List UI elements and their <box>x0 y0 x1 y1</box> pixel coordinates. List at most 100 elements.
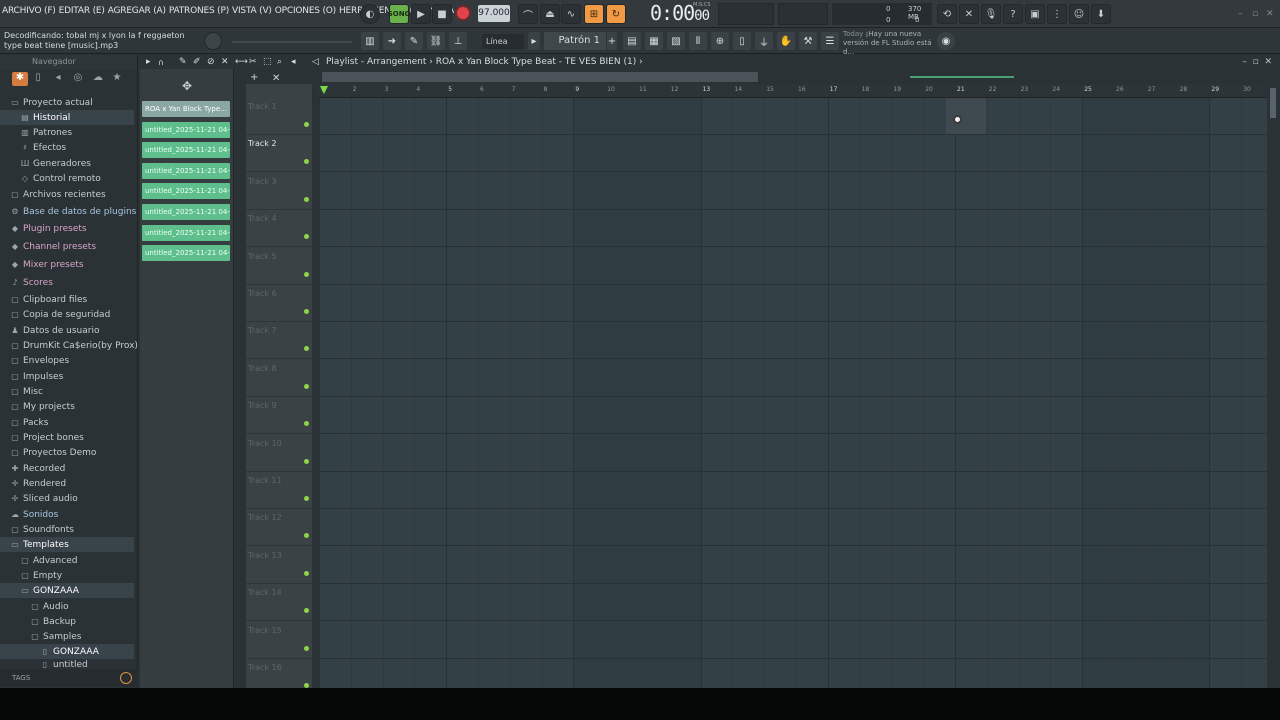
menu-item-2[interactable]: AGREGAR (A) <box>108 6 166 16</box>
wait-icon[interactable]: ⏏ <box>540 4 560 24</box>
slip-tool-icon[interactable]: ⟷ <box>235 55 248 70</box>
stop-button[interactable]: ■ <box>432 4 452 24</box>
microphone-icon[interactable]: 🎙 <box>981 4 1001 24</box>
track-mute-led[interactable] <box>304 608 309 614</box>
playhead-marker[interactable] <box>320 86 328 94</box>
pattern-item[interactable]: untitled_2025-11-21 04-... <box>142 162 230 179</box>
track-header[interactable]: Track 4 <box>246 210 313 248</box>
globe-icon[interactable]: ◉ <box>937 32 955 50</box>
track-mute-led[interactable] <box>304 458 309 464</box>
browser-back-icon[interactable]: ◂ <box>50 72 66 86</box>
pattern-item[interactable]: untitled_2025-11-21 04-... <box>142 224 230 241</box>
track-mute-led[interactable] <box>304 421 309 427</box>
undo-history-icon[interactable]: ⟲ <box>937 4 957 24</box>
browser-item[interactable]: ▢ Misc <box>0 384 134 399</box>
pencil-tool-icon[interactable]: ✎ <box>179 55 187 70</box>
track-header[interactable]: Track 3 <box>246 173 313 210</box>
master-volume-knob[interactable] <box>204 32 222 50</box>
pattern-select[interactable]: Patrón 1 <box>544 32 606 50</box>
browser-item[interactable]: ▥ Patrones <box>0 125 134 140</box>
mute-tool-icon[interactable]: ✕ <box>221 55 229 70</box>
browser-button-icon[interactable]: ▯ <box>733 32 751 50</box>
browser-item[interactable]: ◆ Channel presets <box>0 239 134 254</box>
track-mute-led[interactable] <box>304 309 309 314</box>
pitch-knob-icon[interactable]: ◐ <box>360 4 380 24</box>
browser-item[interactable]: ▢ Proyectos Demo <box>0 445 134 460</box>
track-mute-led[interactable] <box>304 159 309 165</box>
help-icon[interactable]: ? <box>1003 4 1023 24</box>
browser-item[interactable]: ◇ Control remoto <box>0 171 134 186</box>
track-mute-led[interactable] <box>304 533 309 539</box>
track-header[interactable]: Track 12 <box>246 509 313 547</box>
mixer-button-icon[interactable]: ⫴ <box>689 32 707 50</box>
browser-item[interactable]: ▢ Clipboard files <box>0 292 134 307</box>
tags-bar[interactable]: TAGS <box>0 669 138 687</box>
pattern-item[interactable]: untitled_2025-11-21 04-... <box>142 245 230 262</box>
save-icon[interactable]: ▣ <box>1025 4 1045 24</box>
browser-item[interactable]: ✚ Recorded <box>0 461 134 476</box>
track-header[interactable]: Track 7 <box>246 322 313 360</box>
browser-item[interactable]: ▢ Copia de seguridad <box>0 307 134 322</box>
arrow-right-icon[interactable]: ➜ <box>383 32 401 50</box>
download-icon[interactable]: ⬇ <box>1091 4 1111 24</box>
browser-item[interactable]: ▢ DrumKit Ca$erio(by Prox) <box>0 338 138 353</box>
pattern-add-icon[interactable]: + <box>607 32 617 50</box>
browser-item[interactable]: ▢ Advanced <box>0 553 134 568</box>
play-button[interactable]: ▶ <box>411 4 431 24</box>
track-header[interactable]: Track 6 <box>246 285 313 322</box>
browser-item[interactable]: ♟ Datos de usuario <box>0 323 134 338</box>
pattern-item[interactable]: untitled_2025-11-21 04-... <box>142 183 230 200</box>
browser-item[interactable]: ▢ My projects <box>0 399 134 414</box>
browser-item[interactable]: ◆ Mixer presets <box>0 257 134 272</box>
vertical-scrollbar[interactable] <box>1267 84 1280 688</box>
pattern-item[interactable]: untitled_2025-11-21 04-... <box>142 142 230 159</box>
menu-item-5[interactable]: OPCIONES (O) <box>275 6 336 16</box>
plugin-picker-icon[interactable]: ⊕ <box>711 32 729 50</box>
menu-item-3[interactable]: PATRONES (P) <box>169 6 229 16</box>
menu-item-1[interactable]: EDITAR (E) <box>59 6 105 16</box>
loop-record-button[interactable]: ↻ <box>606 4 626 24</box>
speaker-icon[interactable]: ◁ <box>312 55 319 70</box>
pattern-item[interactable]: untitled_2025-11-21 04-... <box>142 121 230 138</box>
remove-track-icon[interactable]: ✕ <box>272 73 280 84</box>
pencil-icon[interactable]: ✎ <box>405 32 423 50</box>
tempo-display[interactable]: 97.000 <box>478 5 510 22</box>
metronome-icon[interactable]: ⌒ <box>518 4 538 24</box>
browser-item[interactable]: ▢ Soundfonts <box>0 522 134 537</box>
browser-item[interactable]: ▢ Audio <box>0 599 134 614</box>
browser-item[interactable]: ☁ Sonidos <box>0 507 134 522</box>
track-header[interactable]: Track 5 <box>246 248 313 285</box>
touch-keyboard-icon[interactable]: ✋ <box>777 32 795 50</box>
horizontal-scrollbar[interactable] <box>322 72 758 82</box>
browser-item[interactable]: ✛ Rendered <box>0 476 134 491</box>
magnet-icon[interactable]: ∩ <box>158 55 164 70</box>
arrangement-grid[interactable] <box>319 98 1267 688</box>
browser-item[interactable]: ♯ Efectos <box>0 140 134 155</box>
track-header[interactable]: Track 2 <box>246 135 313 173</box>
track-mute-led[interactable] <box>304 196 309 202</box>
chat-icon[interactable]: ☺ <box>1069 4 1089 24</box>
record-button[interactable] <box>455 5 471 21</box>
track-mute-led[interactable] <box>304 383 309 389</box>
browser-item[interactable]: Ш Generadores <box>0 156 134 171</box>
brush-tool-icon[interactable]: ✐ <box>193 55 201 70</box>
link-icon[interactable]: ⛓ <box>427 32 445 50</box>
track-mute-led[interactable] <box>304 645 309 651</box>
browser-item[interactable]: ▭ Proyecto actual <box>0 95 134 110</box>
piano-roll-button-icon[interactable]: ▧ <box>667 32 685 50</box>
track-header[interactable]: Track 15 <box>246 622 313 659</box>
channel-rack-icon[interactable]: ⋮ <box>1047 4 1067 24</box>
pattern-item[interactable]: untitled_2025-11-21 04-... <box>142 204 230 220</box>
browser-item[interactable]: ⚙ Base de datos de plugins <box>0 204 136 219</box>
browser-all-icon[interactable]: ✱ <box>12 72 28 86</box>
browser-item[interactable]: ▢ Samples <box>0 629 134 644</box>
browser-item[interactable]: ▢ Packs <box>0 415 134 430</box>
track-header[interactable]: Track 14 <box>246 584 313 622</box>
track-mute-led[interactable] <box>304 570 309 576</box>
track-header[interactable]: Track 8 <box>246 360 313 397</box>
browser-item[interactable]: ▢ Backup <box>0 614 134 629</box>
playback-tool-icon[interactable]: ◂ <box>291 55 296 70</box>
countdown-icon[interactable]: ∿ <box>561 4 581 24</box>
stamp-icon[interactable]: ⊥ <box>449 32 467 50</box>
close-icon[interactable]: ✕ <box>1266 9 1274 19</box>
